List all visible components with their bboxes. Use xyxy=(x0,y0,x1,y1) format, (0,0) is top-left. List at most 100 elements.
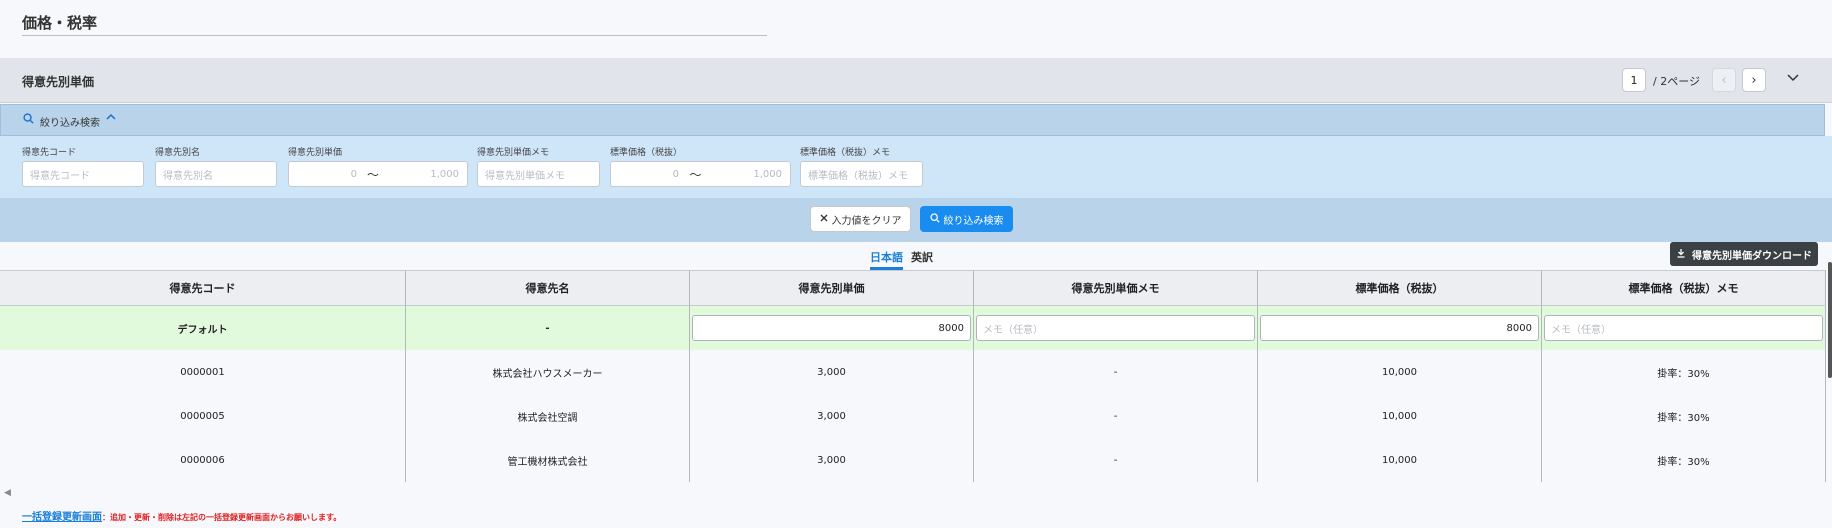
default-unit-price-cell: 8000 xyxy=(690,306,974,350)
filter-panel: 得意先コード 得意先コード 得意先別名 得意先別名 得意先別単価 0 〜 1,0… xyxy=(0,136,1832,198)
cell-code: 0000005 xyxy=(0,394,406,438)
bulk-update-note: ：追加・更新・削除は左記の一括登録更新画面からお願いします。 xyxy=(102,513,342,522)
default-std-price-memo-input[interactable]: メモ（任意） xyxy=(1544,315,1823,341)
tab-japanese[interactable]: 日本語 xyxy=(870,249,903,270)
filter-label: 得意先別名 xyxy=(155,148,201,158)
cell-std-price: 10,000 xyxy=(1258,438,1542,482)
table-row: 0000005 株式会社空調 3,000 - 10,000 掛率：30% xyxy=(0,394,1826,438)
default-std-price-cell: 8000 xyxy=(1258,306,1542,350)
filter-toggle[interactable]: 絞り込み検索 xyxy=(0,104,1825,136)
table-row: 0000001 株式会社ハウスメーカー 3,000 - 10,000 掛率：30… xyxy=(0,350,1826,394)
clear-input-button[interactable]: 入力値をクリア xyxy=(810,206,911,232)
default-unit-price-memo-cell: メモ（任意） xyxy=(974,306,1258,350)
tab-english[interactable]: 英訳 xyxy=(911,249,933,270)
filter-search-button[interactable]: 絞り込み検索 xyxy=(920,206,1013,232)
default-unit-price-input[interactable]: 8000 xyxy=(692,315,971,341)
filter-label: 得意先コード xyxy=(22,148,77,158)
download-icon xyxy=(1676,248,1686,261)
filter-label: 標準価格（税抜） xyxy=(610,148,683,158)
cell-memo: - xyxy=(974,438,1258,482)
price-table: 得意先コード 得意先名 得意先別単価 得意先別単価メモ 標準価格（税抜） 標準価… xyxy=(0,270,1826,482)
unit-price-min[interactable]: 0 xyxy=(297,169,357,180)
std-price-max[interactable]: 1,000 xyxy=(712,169,782,180)
cell-std-memo: 掛率：30% xyxy=(1542,438,1826,482)
next-page-button[interactable]: › xyxy=(1742,68,1766,92)
cell-name: 管工機材株式会社 xyxy=(406,438,690,482)
section-header: 得意先別単価 1 / 2ページ ‹ › xyxy=(0,58,1832,103)
clear-input-label: 入力値をクリア xyxy=(831,215,902,227)
column-header: 得意先名 xyxy=(406,270,690,306)
customer-code-input[interactable]: 得意先コード xyxy=(22,161,144,187)
close-icon xyxy=(820,214,828,225)
column-header: 得意先別単価メモ xyxy=(974,270,1258,306)
filter-label: 得意先別単価 xyxy=(288,148,343,158)
cell-name: 株式会社空調 xyxy=(406,394,690,438)
range-separator: 〜 xyxy=(366,167,379,182)
std-price-min[interactable]: 0 xyxy=(619,169,679,180)
download-button[interactable]: 得意先別単価ダウンロード xyxy=(1670,242,1818,266)
page-title: 価格・税率 xyxy=(22,14,98,32)
filter-unit-price-memo: 得意先別単価メモ 得意先別単価メモ xyxy=(477,145,600,187)
vertical-scrollbar[interactable] xyxy=(1828,262,1832,378)
cell-name: 株式会社ハウスメーカー xyxy=(406,350,690,394)
scroll-left-icon[interactable]: ◀ xyxy=(4,488,11,498)
download-label: 得意先別単価ダウンロード xyxy=(1692,250,1812,262)
search-icon xyxy=(929,212,940,226)
cell-code: 0000006 xyxy=(0,438,406,482)
cell-unit-price: 3,000 xyxy=(690,394,974,438)
footer-note: 一括登録更新画面：追加・更新・削除は左記の一括登録更新画面からお願いします。 xyxy=(22,508,341,523)
filter-customer-name: 得意先別名 得意先別名 xyxy=(155,145,277,187)
chevron-right-icon: › xyxy=(1751,72,1757,88)
std-price-range-input[interactable]: 0 〜 1,000 xyxy=(610,161,791,187)
chevron-left-icon: ‹ xyxy=(1721,72,1727,88)
title-divider xyxy=(22,35,767,36)
cell-unit-price: 3,000 xyxy=(690,350,974,394)
cell-unit-price: 3,000 xyxy=(690,438,974,482)
filter-std-price: 標準価格（税抜） 0 〜 1,000 xyxy=(610,145,791,187)
horizontal-scrollbar[interactable]: ◀ xyxy=(0,488,1752,500)
cell-memo: - xyxy=(974,394,1258,438)
cell-memo: - xyxy=(974,350,1258,394)
default-name: - xyxy=(406,306,690,350)
page-total: / 2ページ xyxy=(1653,75,1700,88)
filter-customer-code: 得意先コード 得意先コード xyxy=(22,145,144,187)
table-header-row: 得意先コード 得意先名 得意先別単価 得意先別単価メモ 標準価格（税抜） 標準価… xyxy=(0,270,1826,306)
cell-std-price: 10,000 xyxy=(1258,394,1542,438)
cell-std-memo: 掛率：30% xyxy=(1542,394,1826,438)
filter-unit-price: 得意先別単価 0 〜 1,000 xyxy=(288,145,468,187)
bulk-update-link[interactable]: 一括登録更新画面 xyxy=(22,512,102,523)
std-price-memo-input[interactable]: 標準価格（税抜）メモ xyxy=(800,161,923,187)
default-std-price-input[interactable]: 8000 xyxy=(1260,315,1539,341)
prev-page-button[interactable]: ‹ xyxy=(1712,68,1736,92)
language-tabs: 日本語 英訳 xyxy=(870,249,933,270)
filter-search-label: 絞り込み検索 xyxy=(943,215,1004,227)
chevron-down-icon xyxy=(1787,74,1799,82)
table-row: 0000006 管工機材株式会社 3,000 - 10,000 掛率：30% xyxy=(0,438,1826,482)
cell-code: 0000001 xyxy=(0,350,406,394)
column-header: 標準価格（税抜）メモ xyxy=(1542,270,1826,306)
cell-std-memo: 掛率：30% xyxy=(1542,350,1826,394)
filter-label: 標準価格（税抜）メモ xyxy=(800,148,891,158)
unit-price-max[interactable]: 1,000 xyxy=(389,169,459,180)
filter-toggle-label: 絞り込み検索 xyxy=(40,118,100,129)
chevron-up-icon xyxy=(105,111,117,125)
collapse-section-button[interactable] xyxy=(1786,72,1800,87)
unit-price-memo-input[interactable]: 得意先別単価メモ xyxy=(477,161,600,187)
filter-action-bar: 入力値をクリア 絞り込み検索 xyxy=(0,198,1832,242)
page-number-input[interactable]: 1 xyxy=(1622,68,1646,92)
range-separator: 〜 xyxy=(689,167,702,182)
unit-price-range-input[interactable]: 0 〜 1,000 xyxy=(288,161,468,187)
default-unit-price-memo-input[interactable]: メモ（任意） xyxy=(976,315,1255,341)
column-header: 標準価格（税抜） xyxy=(1258,270,1542,306)
cell-std-price: 10,000 xyxy=(1258,350,1542,394)
customer-name-input[interactable]: 得意先別名 xyxy=(155,161,277,187)
filter-std-price-memo: 標準価格（税抜）メモ 標準価格（税抜）メモ xyxy=(800,145,923,187)
search-icon xyxy=(23,113,34,127)
default-std-price-memo-cell: メモ（任意） xyxy=(1542,306,1826,350)
section-title: 得意先別単価 xyxy=(22,75,95,89)
column-header: 得意先別単価 xyxy=(690,270,974,306)
column-header: 得意先コード xyxy=(0,270,406,306)
default-row: デフォルト - 8000 メモ（任意） 8000 メモ（任意） xyxy=(0,306,1826,350)
default-code: デフォルト xyxy=(0,306,406,350)
filter-label: 得意先別単価メモ xyxy=(477,148,550,158)
